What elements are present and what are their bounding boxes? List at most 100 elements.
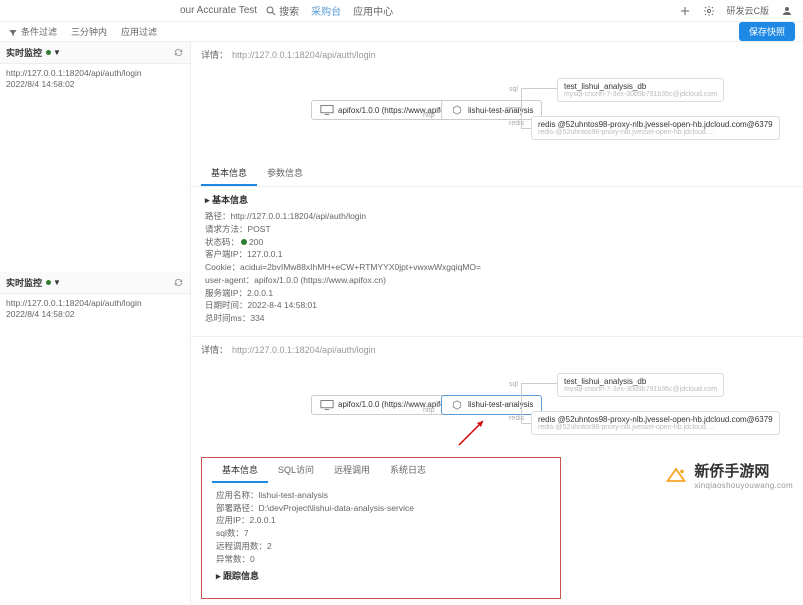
- node-sublabel: redis-@52uhntos98-proxy-nlb.jvessel-open…: [538, 129, 715, 136]
- watermark: 新侨手游网 xinqiaoshouyouwang.com: [664, 460, 793, 490]
- refresh-icon[interactable]: [173, 277, 184, 288]
- section-title: ▸ 基本信息: [205, 193, 789, 206]
- refresh-icon[interactable]: [173, 47, 184, 58]
- info-deploy-path: 部署路径：D:\devProject\lishui-data-analysis-…: [216, 502, 546, 515]
- node-redis[interactable]: redis @52uhntos98-proxy-nlb.jvessel-open…: [531, 411, 780, 435]
- top-right: 研发云C版: [679, 4, 794, 17]
- node-label: test_lishui_analysis_db: [564, 377, 646, 386]
- info-cookie: Cookie：acidui=2bvIMw88xIhMH+eCW+RTMYYX0j…: [205, 261, 789, 274]
- highlighted-info-box: 基本信息 SQL访问 远程调用 系统日志 应用名称：lishui-test-an…: [201, 457, 561, 600]
- entry-time: 2022/8/4 14:58:02: [6, 309, 184, 320]
- node-label: redis @52uhntos98-proxy-nlb.jvessel-open…: [538, 120, 773, 129]
- connector: [521, 383, 522, 423]
- filter-time[interactable]: 三分钟内: [71, 25, 107, 38]
- node-app[interactable]: lishui-test-analysis: [441, 100, 542, 120]
- connector: [505, 402, 521, 403]
- plus-icon[interactable]: [679, 5, 691, 17]
- tab-remote-call[interactable]: 远程调用: [324, 458, 380, 483]
- top-bar: our Accurate Test 搜索 采购台 应用中心 研发云C版: [0, 0, 803, 22]
- monitor-header-1[interactable]: 实时监控 ▼: [0, 42, 190, 64]
- main: 实时监控 ▼ http://127.0.0.1:18204/api/auth/l…: [0, 42, 803, 605]
- monitor-header-2[interactable]: 实时监控 ▼: [0, 272, 190, 294]
- info-status: 状态码：200: [205, 236, 789, 249]
- monitor-entry-1[interactable]: http://127.0.0.1:18204/api/auth/login 20…: [0, 64, 190, 94]
- filter-condition[interactable]: 条件过滤: [8, 25, 57, 38]
- nav-collection[interactable]: 采购台: [311, 3, 341, 18]
- node-db[interactable]: test_lishui_analysis_db mysql-cnorth-7-3…: [557, 373, 724, 397]
- user-icon[interactable]: [781, 5, 793, 17]
- monitor-title: 实时监控: [6, 46, 42, 59]
- connector: [521, 88, 522, 128]
- entry-url: http://127.0.0.1:18204/api/auth/login: [6, 68, 184, 79]
- link-sql: sql: [509, 381, 518, 388]
- node-redis[interactable]: redis @52uhntos98-proxy-nlb.jvessel-open…: [531, 116, 780, 140]
- node-label: test_lishui_analysis_db: [564, 82, 646, 91]
- monitor-entry-2[interactable]: http://127.0.0.1:18204/api/auth/login 20…: [0, 294, 190, 324]
- trace-section-title[interactable]: ▸ 跟踪信息: [216, 569, 546, 582]
- node-app-selected[interactable]: lishui-test-analysis: [441, 395, 542, 415]
- info-err-count: 异常数：0: [216, 553, 546, 566]
- entry-time: 2022/8/4 14:58:02: [6, 79, 184, 90]
- annotation-arrow-icon: [455, 419, 485, 449]
- user-label[interactable]: 研发云C版: [727, 4, 770, 17]
- filter-bar: 条件过滤 三分钟内 应用过滤 保存快照: [0, 22, 803, 42]
- cube-icon: [450, 105, 464, 115]
- detail-header-2: 详情：http://127.0.0.1:18204/api/auth/login: [191, 337, 803, 362]
- tab-sql[interactable]: SQL访问: [268, 458, 324, 483]
- connector: [505, 107, 521, 108]
- info-method: 请求方法：POST: [205, 223, 789, 236]
- node-sublabel: redis-@52uhntos98-proxy-nlb.jvessel-open…: [538, 424, 715, 431]
- info-server-ip: 服务端IP：2.0.0.1: [205, 287, 789, 300]
- nav-app-center[interactable]: 应用中心: [353, 3, 393, 18]
- filter-icon: [8, 28, 18, 38]
- monitor-title: 实时监控: [6, 276, 42, 289]
- info-tabs-2: 基本信息 SQL访问 远程调用 系统日志: [202, 458, 560, 483]
- search-icon: [265, 5, 277, 17]
- detail-header-1: 详情：http://127.0.0.1:18204/api/auth/login: [191, 42, 803, 67]
- tab-basic-info[interactable]: 基本信息: [212, 458, 268, 483]
- left-panel: 实时监控 ▼ http://127.0.0.1:18204/api/auth/l…: [0, 42, 191, 605]
- right-panel: 详情：http://127.0.0.1:18204/api/auth/login…: [191, 42, 803, 605]
- basic-info-section: ▸ 基本信息 路径：http://127.0.0.1:18204/api/aut…: [191, 187, 803, 331]
- node-sublabel: mysql-cnorth-7-3ex-30d9b791b36c@jdcloud.…: [564, 386, 717, 393]
- connector: [521, 423, 531, 424]
- gear-icon[interactable]: [703, 5, 715, 17]
- entry-url: http://127.0.0.1:18204/api/auth/login: [6, 298, 184, 309]
- info-client-ip: 客户端IP：127.0.0.1: [205, 248, 789, 261]
- detail-label: 详情：: [201, 50, 228, 60]
- info-path: 路径：http://127.0.0.1:18204/api/auth/login: [205, 210, 789, 223]
- link-http: http: [423, 407, 435, 414]
- node-label: redis @52uhntos98-proxy-nlb.jvessel-open…: [538, 415, 773, 424]
- search-label: 搜索: [279, 3, 299, 18]
- app-info-section: 应用名称：lishui-test-analysis 部署路径：D:\devPro…: [202, 483, 560, 593]
- connector: [521, 88, 557, 89]
- dropdown-arrow-icon: ▼: [53, 48, 61, 57]
- status-dot-icon: [46, 280, 51, 285]
- info-sql-count: sql数：7: [216, 527, 546, 540]
- dropdown-arrow-icon: ▼: [53, 278, 61, 287]
- node-db[interactable]: test_lishui_analysis_db mysql-cnorth-7-3…: [557, 78, 724, 102]
- tab-basic-info[interactable]: 基本信息: [201, 161, 257, 186]
- monitor-icon: [320, 400, 334, 410]
- node-sublabel: mysql-cnorth-7-3ex-30d9b791b36c@jdcloud.…: [564, 91, 717, 98]
- detail-label: 详情：: [201, 345, 228, 355]
- watermark-sub: xinqiaoshouyouwang.com: [694, 481, 793, 490]
- node-label: lishui-test-analysis: [468, 400, 533, 409]
- filter-app[interactable]: 应用过滤: [121, 25, 157, 38]
- topology-diagram-2: apifox/1.0.0 (https://www.apifox.cn) htt…: [201, 367, 793, 451]
- tab-syslog[interactable]: 系统日志: [380, 458, 436, 483]
- page-title: our Accurate Test: [180, 5, 257, 16]
- connector: [521, 383, 557, 384]
- monitor-icon: [320, 105, 334, 115]
- cube-icon: [450, 400, 464, 410]
- info-tabs-1: 基本信息 参数信息: [191, 161, 803, 187]
- link-http: http: [423, 112, 435, 119]
- watermark-text: 新侨手游网: [694, 460, 793, 481]
- save-snapshot-button[interactable]: 保存快照: [739, 22, 795, 41]
- info-remote-count: 远程调用数：2: [216, 540, 546, 553]
- watermark-logo-icon: [664, 463, 688, 487]
- connector: [521, 128, 531, 129]
- tab-param-info[interactable]: 参数信息: [257, 161, 313, 186]
- node-label: lishui-test-analysis: [468, 106, 533, 115]
- search-group[interactable]: 搜索: [265, 3, 299, 18]
